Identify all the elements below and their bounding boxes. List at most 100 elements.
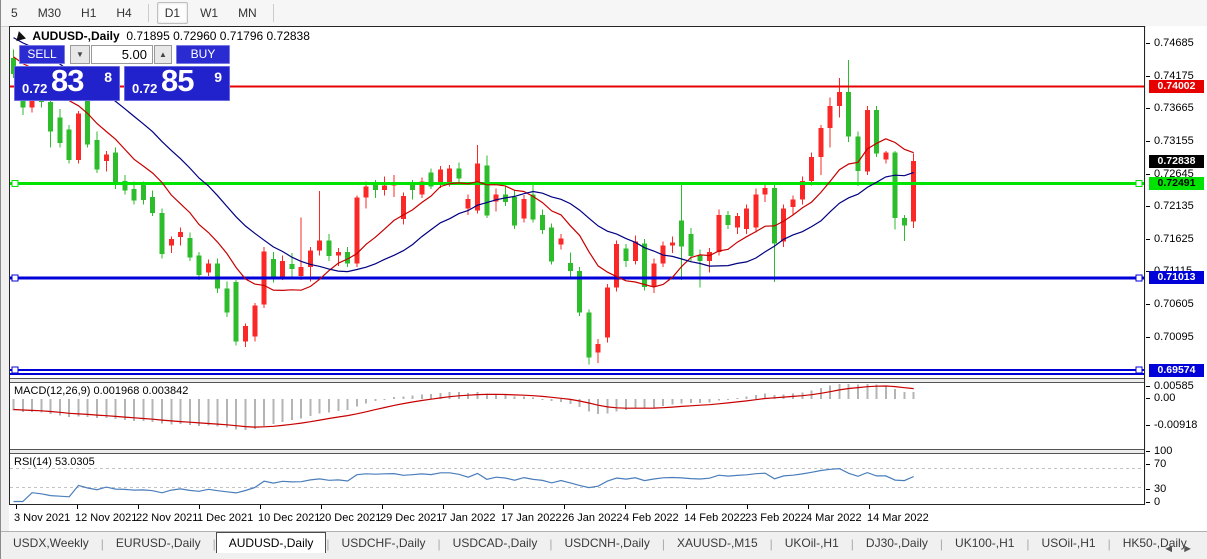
volume-input[interactable]: 5.00 (91, 45, 153, 64)
chart-tab-dj30-daily[interactable]: DJ30-,Daily (854, 533, 940, 554)
time-tick-label: 22 Nov 2021 (136, 512, 198, 524)
volume-decrease-button[interactable]: ▼ (70, 45, 90, 64)
price-tick-label: 0.73665 (1154, 102, 1194, 114)
time-tick-label: 17 Jan 2022 (501, 512, 562, 524)
chart-tab-audusd-daily[interactable]: AUDUSD-,Daily (216, 532, 327, 554)
chart-title: AUDUSD-,Daily 0.71895 0.72960 0.71796 0.… (15, 29, 310, 43)
chart-tab-ukoil-h1[interactable]: UKOil-,H1 (773, 533, 851, 554)
time-tick-label: 4 Mar 2022 (806, 512, 862, 524)
bid-big-digits: 83 (51, 63, 83, 99)
price-tick-label: 0.72135 (1154, 200, 1194, 212)
chart-tab-uk100-h1[interactable]: UK100-,H1 (943, 533, 1026, 554)
price-tick-mark (1146, 337, 1150, 338)
price-level-tag: 0.71013 (1149, 271, 1204, 284)
timeframe-button-w1[interactable]: W1 (192, 2, 226, 24)
time-tick-mark (260, 505, 261, 509)
chart-cursor-icon (14, 30, 26, 41)
time-tick-mark (747, 505, 748, 509)
symbol-name: AUDUSD-,Daily (32, 29, 119, 43)
macd-tick-mark (1146, 425, 1150, 426)
price-level-tag: 0.72491 (1149, 177, 1204, 190)
rsi-panel-canvas[interactable] (10, 454, 1144, 504)
rsi-tick-mark (1146, 502, 1150, 503)
arrow-down-icon: ▼ (76, 50, 84, 59)
price-level-tag: 0.74002 (1149, 80, 1204, 93)
timeframe-button-mn[interactable]: MN (230, 2, 265, 24)
chart-tab-xauusd-m15[interactable]: XAUUSD-,M15 (665, 533, 770, 554)
timeframe-button-h1[interactable]: H1 (73, 2, 104, 24)
timeframe-toolbar: 5M30H1H4 D1W1MN (1, 0, 1207, 27)
macd-indicator-label: MACD(12,26,9) 0.001968 0.003842 (14, 385, 188, 397)
timeframe-button-h4[interactable]: H4 (108, 2, 139, 24)
price-tick-label: 0.73155 (1154, 135, 1194, 147)
price-tick-label: 0.70095 (1154, 331, 1194, 343)
time-axis[interactable]: 3 Nov 202112 Nov 202122 Nov 20211 Dec 20… (9, 505, 1207, 531)
time-tick-label: 7 Jan 2022 (441, 512, 495, 524)
timeframe-button-d1[interactable]: D1 (157, 2, 188, 24)
time-tick-label: 23 Feb 2022 (745, 512, 807, 524)
bid-price-button[interactable]: 0.72 83 8 (14, 66, 120, 101)
price-tick-label: 0.70605 (1154, 298, 1194, 310)
trading-platform-window: 5M30H1H4 D1W1MN MACD(12,26,9) 0.001968 0.… (0, 0, 1207, 559)
time-tick-mark (625, 505, 626, 509)
rsi-tick-label: 100 (1154, 445, 1172, 457)
time-tick-label: 4 Feb 2022 (623, 512, 679, 524)
chart-tab-usoil-h1[interactable]: USOil-,H1 (1030, 533, 1108, 554)
one-click-trading-panel: SELL ▼ 5.00 ▲ BUY 0.72 83 8 0.72 85 9 (14, 42, 230, 101)
ask-big-digits: 85 (161, 63, 193, 99)
price-tick-label: 0.74685 (1154, 37, 1194, 49)
price-level-tag: 0.72838 (1149, 155, 1204, 168)
bid-prefix: 0.72 (22, 81, 47, 96)
macd-tick-mark (1146, 398, 1150, 399)
time-tick-label: 14 Mar 2022 (867, 512, 929, 524)
rsi-tick-mark (1146, 489, 1150, 490)
ask-price-button[interactable]: 0.72 85 9 (124, 66, 230, 101)
chart-tab-usdcad-daily[interactable]: USDCAD-,Daily (441, 533, 550, 554)
price-tick-mark (1146, 43, 1150, 44)
chart-tab-usdcnh-daily[interactable]: USDCNH-,Daily (552, 533, 661, 554)
macd-tick-label: -0.00918 (1154, 419, 1197, 431)
buy-button[interactable]: BUY (176, 45, 230, 64)
time-tick-mark (869, 505, 870, 509)
rsi-tick-label: 70 (1154, 458, 1166, 470)
rsi-tick-label: 30 (1154, 483, 1166, 495)
price-tick-label: 0.71625 (1154, 233, 1194, 245)
macd-tick-label: 0.00585 (1154, 380, 1194, 392)
price-axis[interactable]: 0.746850.741750.736650.731550.726450.721… (1146, 26, 1207, 505)
time-tick-label: 14 Feb 2022 (684, 512, 746, 524)
timeframe-button-m30[interactable]: M30 (30, 2, 69, 24)
time-tick-label: 3 Nov 2021 (14, 512, 70, 524)
chart-tab-eurusd-daily[interactable]: EURUSD-,Daily (104, 533, 213, 554)
time-tick-mark (16, 505, 17, 509)
chart-tab-usdx-weekly[interactable]: USDX,Weekly (1, 533, 101, 554)
sell-button[interactable]: SELL (19, 45, 65, 64)
rsi-indicator-label: RSI(14) 53.0305 (14, 456, 95, 468)
time-tick-label: 12 Nov 2021 (75, 512, 137, 524)
toolbar-separator (273, 4, 274, 22)
timeframe-button-5[interactable]: 5 (3, 2, 26, 24)
time-tick-mark (564, 505, 565, 509)
time-tick-label: 29 Dec 2021 (380, 512, 442, 524)
macd-tick-mark (1146, 386, 1150, 387)
time-tick-label: 10 Dec 2021 (258, 512, 320, 524)
price-tick-mark (1146, 239, 1150, 240)
volume-increase-button[interactable]: ▲ (154, 45, 172, 64)
time-tick-mark (686, 505, 687, 509)
time-tick-mark (382, 505, 383, 509)
chart-tab-usdchf-daily[interactable]: USDCHF-,Daily (330, 533, 438, 554)
time-tick-mark (503, 505, 504, 509)
time-tick-mark (138, 505, 139, 509)
price-tick-mark (1146, 206, 1150, 207)
time-tick-mark (808, 505, 809, 509)
ask-pip-digit: 9 (214, 69, 222, 85)
time-tick-label: 26 Jan 2022 (562, 512, 623, 524)
ask-prefix: 0.72 (132, 81, 157, 96)
price-level-tag: 0.69574 (1149, 364, 1204, 377)
price-tick-mark (1146, 174, 1150, 175)
ohlc-values: 0.71895 0.72960 0.71796 0.72838 (126, 29, 310, 43)
status-strip (1, 553, 1207, 559)
rsi-tick-mark (1146, 451, 1150, 452)
toolbar-separator (148, 4, 149, 22)
price-tick-mark (1146, 76, 1150, 77)
time-tick-label: 20 Dec 2021 (319, 512, 381, 524)
